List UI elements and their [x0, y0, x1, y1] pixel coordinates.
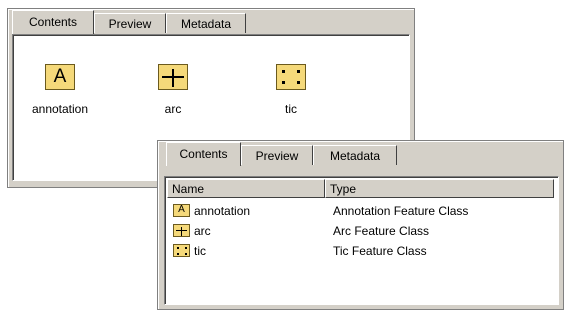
item-tic[interactable]: tic [246, 64, 336, 116]
annotation-icon: A [173, 204, 190, 218]
table-row[interactable]: tic Tic Feature Class [173, 241, 553, 261]
tab-metadata[interactable]: Metadata [166, 13, 246, 33]
item-label: arc [164, 102, 182, 116]
row-name: annotation [194, 204, 251, 218]
arc-icon [173, 224, 190, 238]
column-header-name[interactable]: Name [167, 179, 325, 198]
details-list: Name Type A annotation Annotation Featur… [164, 176, 559, 305]
tic-icon [173, 244, 190, 258]
row-type: Tic Feature Class [333, 244, 427, 258]
row-type: Annotation Feature Class [333, 204, 469, 218]
row-name: tic [194, 244, 206, 258]
annotation-icon: A [45, 64, 75, 90]
tab-contents[interactable]: Contents [12, 10, 94, 34]
table-row[interactable]: arc Arc Feature Class [173, 221, 553, 241]
tab-preview[interactable]: Preview [241, 145, 313, 165]
item-arc[interactable]: arc [128, 64, 218, 116]
item-label: tic [285, 102, 297, 116]
row-name: arc [194, 224, 211, 238]
row-type: Arc Feature Class [333, 224, 430, 238]
arc-icon [158, 64, 188, 90]
tab-contents[interactable]: Contents [166, 142, 241, 166]
tab-metadata[interactable]: Metadata [313, 145, 397, 165]
catalog-window-details: Contents Preview Metadata Name Type A an… [157, 140, 564, 310]
item-annotation[interactable]: A annotation [15, 64, 105, 116]
tab-preview[interactable]: Preview [94, 13, 166, 33]
item-label: annotation [31, 102, 89, 116]
column-header-type[interactable]: Type [325, 179, 554, 198]
tic-icon [276, 64, 306, 90]
table-row[interactable]: A annotation Annotation Feature Class [173, 201, 553, 221]
